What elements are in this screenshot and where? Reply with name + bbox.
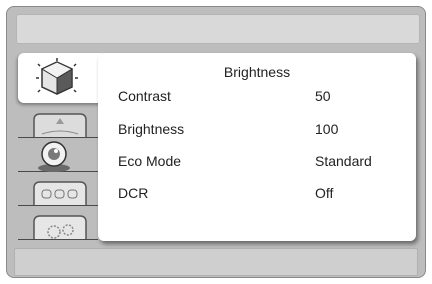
tab-image-position[interactable] bbox=[18, 104, 98, 138]
tab-osd-setting[interactable] bbox=[18, 172, 98, 206]
color-setting-icon bbox=[38, 141, 70, 172]
tab-extra-setting[interactable] bbox=[18, 206, 98, 240]
settings-panel bbox=[98, 53, 416, 241]
extra-setting-icon bbox=[33, 215, 87, 239]
eco-mode-label[interactable]: Eco Mode bbox=[118, 153, 181, 169]
tab-color-setting[interactable] bbox=[18, 138, 98, 172]
tab-brightness[interactable] bbox=[18, 53, 102, 103]
panel-title: Brightness bbox=[223, 64, 291, 80]
brightness-cube-icon bbox=[36, 58, 78, 95]
contrast-value: 50 bbox=[315, 88, 331, 104]
brightness-value: 100 bbox=[315, 121, 339, 137]
osd-top-bar bbox=[16, 14, 420, 44]
osd-setting-icon bbox=[33, 181, 87, 205]
osd-status-bar bbox=[14, 248, 418, 276]
eco-mode-value: Standard bbox=[315, 153, 372, 169]
dcr-value: Off bbox=[315, 185, 334, 201]
brightness-label[interactable]: Brightness bbox=[118, 121, 184, 137]
contrast-label[interactable]: Contrast bbox=[118, 88, 171, 104]
dcr-label[interactable]: DCR bbox=[118, 185, 148, 201]
image-position-icon bbox=[33, 113, 87, 137]
